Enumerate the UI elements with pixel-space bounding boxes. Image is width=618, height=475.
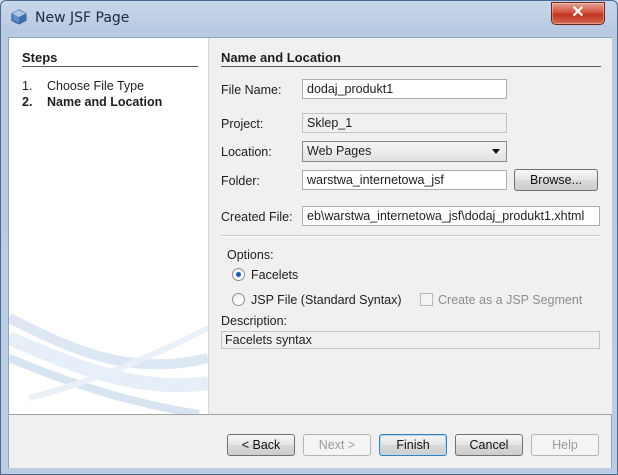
- description-field: Facelets syntax: [221, 331, 600, 349]
- jsp-segment-checkbox[interactable]: [420, 293, 433, 306]
- step-number: 2.: [22, 95, 33, 109]
- created-file-field: eb\warstwa_internetowa_jsf\dodaj_produkt…: [302, 206, 600, 226]
- steps-panel: Steps 1. Choose File Type 2. Name and Loca…: [9, 38, 208, 414]
- window-title: New JSF Page: [35, 10, 130, 26]
- panel-divider: [221, 66, 601, 67]
- location-dropdown[interactable]: Web Pages: [302, 141, 507, 162]
- step-label: Name and Location: [47, 95, 163, 109]
- step-number: 1.: [22, 79, 33, 93]
- project-label: Project:: [221, 117, 264, 131]
- radio-selected-dot: [236, 272, 241, 277]
- created-file-label: Created File:: [221, 210, 293, 224]
- browse-button[interactable]: Browse...: [514, 169, 598, 191]
- jsp-segment-label: Create as a JSP Segment: [438, 293, 583, 307]
- finish-button[interactable]: Finish: [379, 434, 447, 456]
- dialog-window: New JSF Page ✕ Steps 1. Choose File Type …: [0, 0, 618, 475]
- steps-divider: [22, 66, 198, 67]
- file-name-label: File Name:: [221, 83, 282, 97]
- title-bar[interactable]: New JSF Page ✕: [1, 1, 617, 35]
- project-field: Sklep_1: [302, 113, 507, 133]
- jsp-file-radio[interactable]: [232, 293, 245, 306]
- folder-label: Folder:: [221, 174, 260, 188]
- folder-input[interactable]: warstwa_internetowa_jsf: [302, 170, 507, 190]
- panel-title: Name and Location: [221, 50, 341, 65]
- cancel-button[interactable]: Cancel: [455, 434, 523, 456]
- jsp-file-label[interactable]: JSP File (Standard Syntax): [251, 293, 402, 307]
- name-and-location-panel: Name and Location File Name: dodaj_produ…: [208, 38, 612, 414]
- location-selected-value: Web Pages: [307, 144, 372, 158]
- back-button[interactable]: < Back: [227, 434, 295, 456]
- facelets-radio[interactable]: [232, 268, 245, 281]
- facelets-label[interactable]: Facelets: [251, 268, 298, 282]
- step-choose-file-type: 1. Choose File Type: [22, 79, 144, 93]
- next-button[interactable]: Next >: [303, 434, 371, 456]
- steps-title: Steps: [22, 50, 58, 65]
- button-bar: < Back Next > Finish Cancel Help: [9, 414, 611, 468]
- step-label: Choose File Type: [47, 79, 145, 93]
- help-button[interactable]: Help: [531, 434, 599, 456]
- description-label: Description:: [221, 314, 287, 328]
- file-name-input[interactable]: dodaj_produkt1: [302, 79, 507, 99]
- close-button[interactable]: ✕: [551, 2, 605, 25]
- options-separator: [221, 235, 601, 237]
- decorative-swoosh-graphic: [9, 313, 208, 414]
- location-label: Location:: [221, 145, 272, 159]
- options-label: Options:: [227, 248, 274, 262]
- chevron-down-icon: [492, 149, 500, 154]
- dialog-content: Steps 1. Choose File Type 2. Name and Loca…: [8, 37, 612, 468]
- app-icon: [11, 9, 27, 25]
- step-name-and-location: 2. Name and Location: [22, 95, 162, 109]
